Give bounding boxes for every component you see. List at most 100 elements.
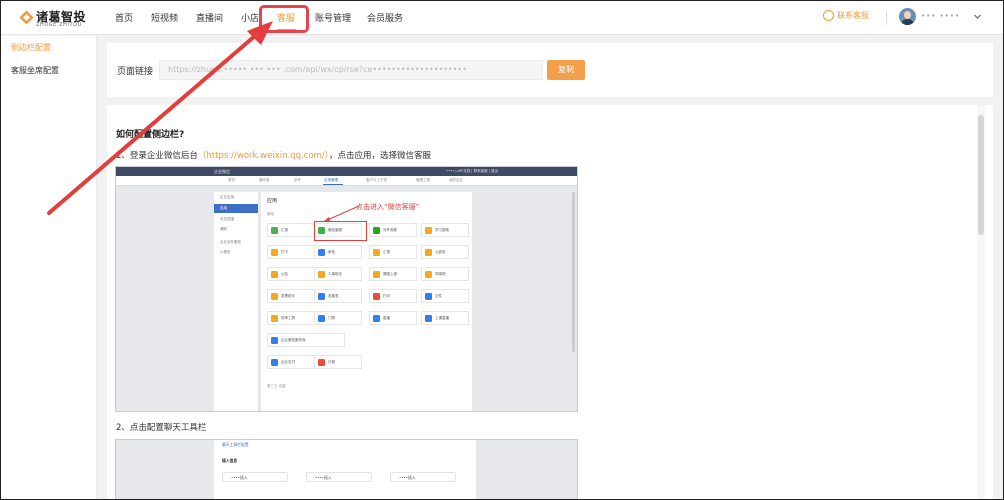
wework-tab: 首页 xyxy=(228,178,235,182)
chevron-down-icon[interactable] xyxy=(973,12,982,21)
guide-step-1-prefix: 1、登录企业微信后台 xyxy=(116,151,198,161)
guide-screenshot-1: 企业微信 •••• | API文档 | 联系客服 | 退出 首页 通讯录 协作 … xyxy=(115,166,578,412)
guide-step-2: 2、点击配置聊天工具栏 xyxy=(116,423,207,433)
wework-tab: 客户与上下游 xyxy=(366,178,387,182)
wework-app-tile: 健康上报 xyxy=(369,267,417,281)
app-name: 文件 xyxy=(435,294,442,298)
wework-app-tile: 打印 xyxy=(369,289,417,303)
headset-icon xyxy=(823,10,834,21)
app-name: 上课直播 xyxy=(435,316,449,320)
app-name: 汇报 xyxy=(281,228,288,232)
brand-logo[interactable]: 诸葛智投 ZHUGE ZHITOU xyxy=(19,7,91,29)
annotation-wechat-service-box xyxy=(314,221,367,241)
wework-tab-active: 应用管理 xyxy=(324,178,338,182)
wework-tab: 我的企业 xyxy=(449,178,463,182)
wework-sidebar: 企业应用 应用 可见范围 通知 企业对外服务 小程序 xyxy=(214,192,258,411)
wework-app-tile: 文件 xyxy=(421,289,469,303)
app-icon xyxy=(318,271,325,278)
wework-side-item: 可见范围 xyxy=(220,217,234,221)
app-icon xyxy=(318,249,325,256)
guide-step-1-url[interactable]: （https://work.weixin.qq.com/） xyxy=(198,151,329,161)
copy-button[interactable]: 复制 xyxy=(547,60,585,80)
app-name: 企业微信服务商 xyxy=(281,338,306,342)
app-icon xyxy=(271,293,278,300)
wework-app-tile: 企业支付 xyxy=(267,355,315,369)
app-icon xyxy=(318,293,325,300)
app-name: 企业支付 xyxy=(281,360,295,364)
nav-item-account-management[interactable]: 账号管理 xyxy=(315,11,351,24)
wework-tabs: 首页 通讯录 协作 应用管理 客户与上下游 管理工具 我的企业 xyxy=(116,176,577,186)
app-icon xyxy=(318,359,325,366)
app-icon xyxy=(373,293,380,300)
wework-app-tile: 学习园地 xyxy=(421,223,469,237)
guide-title: 如何配置侧边栏? xyxy=(116,130,185,140)
contact-support-link[interactable]: 联系客服 xyxy=(823,10,869,21)
wework-app-tile: 审批 xyxy=(314,245,362,259)
wework-app-tile: 公告 xyxy=(267,267,315,281)
wework-app-tile: 企业微信服务商 xyxy=(267,333,345,347)
app-icon xyxy=(318,315,325,322)
nav-item-short-video[interactable]: 短视频 xyxy=(151,11,178,24)
sidebar: 侧边栏配置 客服坐席配置 xyxy=(1,36,97,499)
sidebar-item-sidebar-config[interactable]: 侧边栏配置 xyxy=(11,42,51,53)
app-name: 日程 xyxy=(328,360,335,364)
app-name: 汇报 xyxy=(383,250,390,254)
username[interactable]: ••• •••• xyxy=(921,12,960,20)
app-name: 审批 xyxy=(328,250,335,254)
wework-header: 企业微信 •••• | API文档 | 联系客服 | 退出 xyxy=(116,167,577,176)
user-avatar[interactable] xyxy=(899,8,916,25)
brand-logo-icon xyxy=(19,10,34,25)
app-icon xyxy=(373,271,380,278)
wework-apps-heading: 应用 xyxy=(267,198,278,204)
wework-logo: 企业微信 xyxy=(214,169,230,174)
guide-card: 如何配置侧边栏? 1、登录企业微信后台（https://work.weixin.… xyxy=(107,105,993,499)
guide-screenshot-2: 聊天工具栏配置 插入信息 ••••插入 ••••插入 ••••插入 xyxy=(115,439,578,499)
wework-app-tile: 发票助手 xyxy=(267,289,315,303)
wework-app-tile: 对外收款 xyxy=(369,223,417,237)
app-icon xyxy=(425,249,432,256)
app-icon xyxy=(271,359,278,366)
nav-item-membership[interactable]: 会员服务 xyxy=(367,11,403,24)
toolbar-insert-option: ••••插入 xyxy=(306,472,372,482)
app-icon xyxy=(425,271,432,278)
wework-app-tile: 同事吧 xyxy=(421,267,469,281)
app-icon xyxy=(271,315,278,322)
guide-scrollbar[interactable] xyxy=(977,105,985,499)
guide-scrollbar-thumb[interactable] xyxy=(978,115,984,235)
wework-side-item: 小程序 xyxy=(220,250,231,254)
app-icon xyxy=(271,227,278,234)
wework-tab: 协作 xyxy=(294,178,301,182)
app-name: 直播 xyxy=(383,316,390,320)
brand-subtitle: ZHUGE ZHITOU xyxy=(36,22,82,28)
app-name: 人事助手 xyxy=(328,272,342,276)
app-name: 打卡 xyxy=(281,250,288,254)
nav-item-live-room[interactable]: 直播间 xyxy=(196,11,223,24)
toolbar-insert-option: ••••插入 xyxy=(222,472,288,482)
wework-tab: 管理工具 xyxy=(416,178,430,182)
sidebar-item-seat-config[interactable]: 客服坐席配置 xyxy=(11,65,59,76)
page-link-label: 页面链接 xyxy=(117,67,154,77)
toolbar-config-panel: 聊天工具栏配置 插入信息 ••••插入 ••••插入 ••••插入 xyxy=(214,440,476,499)
wework-app-tile: 直播 xyxy=(369,311,417,325)
wework-apps-panel: 应用 基础 汇报 微信客服 对外收款 学习园地 打卡 审批 汇报 公费电 公告 人事助手 健康上报同… xyxy=(261,192,472,411)
wework-app-tile: 汇报 xyxy=(267,223,315,237)
nav-item-home[interactable]: 首页 xyxy=(115,11,133,24)
wework-app-tile: 效率工具 xyxy=(267,311,315,325)
wework-side-item: 企业应用 xyxy=(220,195,234,199)
nav-item-shop[interactable]: 小店 xyxy=(241,11,259,24)
toolbar-insert-option: ••••插入 xyxy=(390,472,456,482)
wework-side-selected-label: 应用 xyxy=(220,206,227,210)
annotation-callout-text: 点击进入“微信客服” xyxy=(356,203,420,211)
app-icon xyxy=(425,293,432,300)
app-name: 公告 xyxy=(281,272,288,276)
wework-app-tile: 公费电 xyxy=(421,245,469,259)
app-icon xyxy=(425,227,432,234)
app-name: 学习园地 xyxy=(435,228,449,232)
wework-tab: 通讯录 xyxy=(259,178,270,182)
contact-support-label: 联系客服 xyxy=(837,11,869,20)
annotation-highlight-box xyxy=(259,5,309,33)
annotation-small-arrow xyxy=(323,205,360,222)
wework-scrollbar xyxy=(572,192,575,352)
wework-app-tile: 收集表 xyxy=(314,289,362,303)
page-link-field[interactable]: https://zhuge.••••• ••• ••• .com/api/wx/… xyxy=(159,60,543,80)
